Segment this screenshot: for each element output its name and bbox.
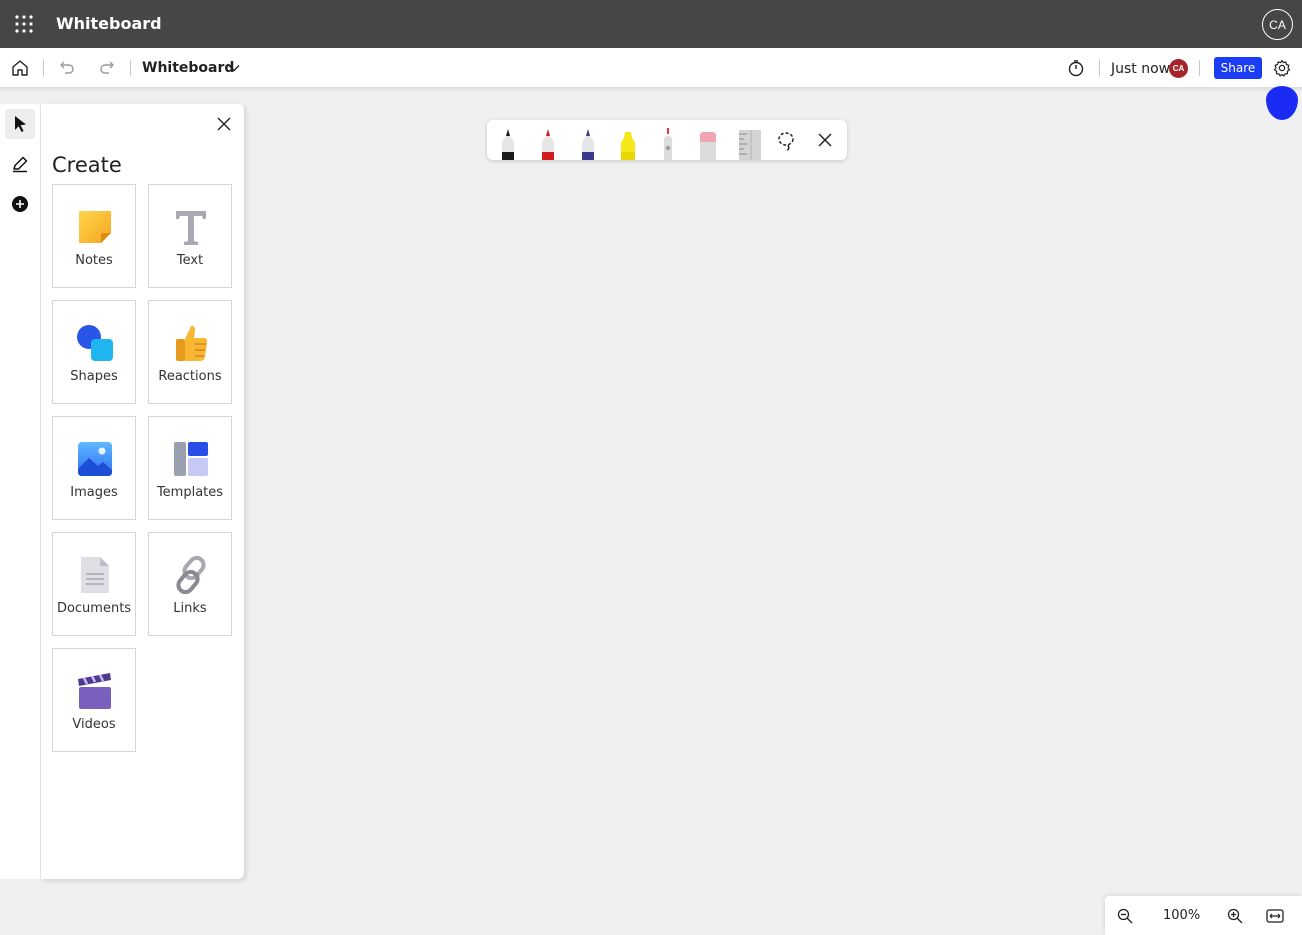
panel-title: Create [52,153,122,177]
separator [43,60,44,76]
command-bar: Whiteboard Just now CA Share [0,48,1302,88]
tile-label: Links [173,601,207,616]
close-icon[interactable] [214,114,234,134]
create-tile-templates[interactable]: Templates [148,416,232,520]
zoom-in-icon[interactable] [1225,906,1245,926]
timer-icon[interactable] [1066,58,1086,78]
create-tile-documents[interactable]: Documents [52,532,136,636]
select-tool-icon[interactable] [5,109,35,139]
gear-icon[interactable] [1272,58,1292,78]
redo-icon[interactable] [97,58,117,78]
thumbs-up-icon [171,323,211,363]
tile-label: Notes [75,253,113,268]
create-tile-text[interactable]: Text [148,184,232,288]
ruler-icon[interactable] [735,126,761,160]
separator [130,60,131,76]
tile-label: Shapes [70,369,118,384]
app-title: Whiteboard [56,14,162,33]
create-tile-images[interactable]: Images [52,416,136,520]
separator [1099,60,1100,76]
undo-icon[interactable] [57,58,77,78]
templates-icon [171,439,211,479]
add-icon[interactable] [5,189,35,219]
fit-to-screen-icon[interactable] [1265,906,1285,926]
tile-label: Images [70,485,118,500]
zoom-controls: 100% [1105,896,1302,935]
cursor-indicator [1266,86,1298,120]
app-launcher-icon[interactable] [14,14,34,34]
tool-rail [0,104,41,879]
image-icon [75,439,115,479]
share-button[interactable]: Share [1214,57,1262,79]
link-icon [171,555,211,595]
board-name[interactable]: Whiteboard [142,60,234,76]
tile-label: Reactions [158,369,222,384]
document-icon [75,555,115,595]
create-tile-reactions[interactable]: Reactions [148,300,232,404]
tile-label: Templates [156,485,224,500]
tile-label: Documents [56,601,132,616]
pen-tool-icon[interactable] [5,149,35,179]
eraser-icon[interactable] [695,126,721,160]
video-icon [75,671,115,711]
tile-label: Videos [72,717,116,732]
save-status: Just now [1111,61,1171,77]
close-icon[interactable] [817,132,843,150]
create-tile-notes[interactable]: Notes [52,184,136,288]
blue-pen-icon[interactable] [575,126,601,160]
black-pen-icon[interactable] [495,126,521,160]
chevron-down-icon[interactable] [224,58,244,78]
lasso-select-icon[interactable] [775,130,801,152]
shapes-icon [75,323,115,363]
separator [1199,60,1200,76]
create-tile-videos[interactable]: Videos [52,648,136,752]
create-panel: Create Notes Text Shapes Reactions Image… [41,104,244,879]
app-bar: Whiteboard CA [0,0,1302,48]
text-icon [171,207,211,247]
highlighter-icon[interactable] [615,126,641,160]
red-pen-icon[interactable] [535,126,561,160]
zoom-level: 100% [1163,908,1201,923]
collaborator-avatar[interactable]: CA [1169,59,1188,78]
tile-label: Text [176,253,204,268]
sticky-note-icon [75,207,115,247]
zoom-out-icon[interactable] [1115,906,1135,926]
create-tile-links[interactable]: Links [148,532,232,636]
home-icon[interactable] [10,58,30,78]
create-tile-shapes[interactable]: Shapes [52,300,136,404]
account-avatar[interactable]: CA [1262,9,1293,40]
laser-pointer-icon[interactable] [655,126,681,160]
ink-toolbar [487,120,847,160]
